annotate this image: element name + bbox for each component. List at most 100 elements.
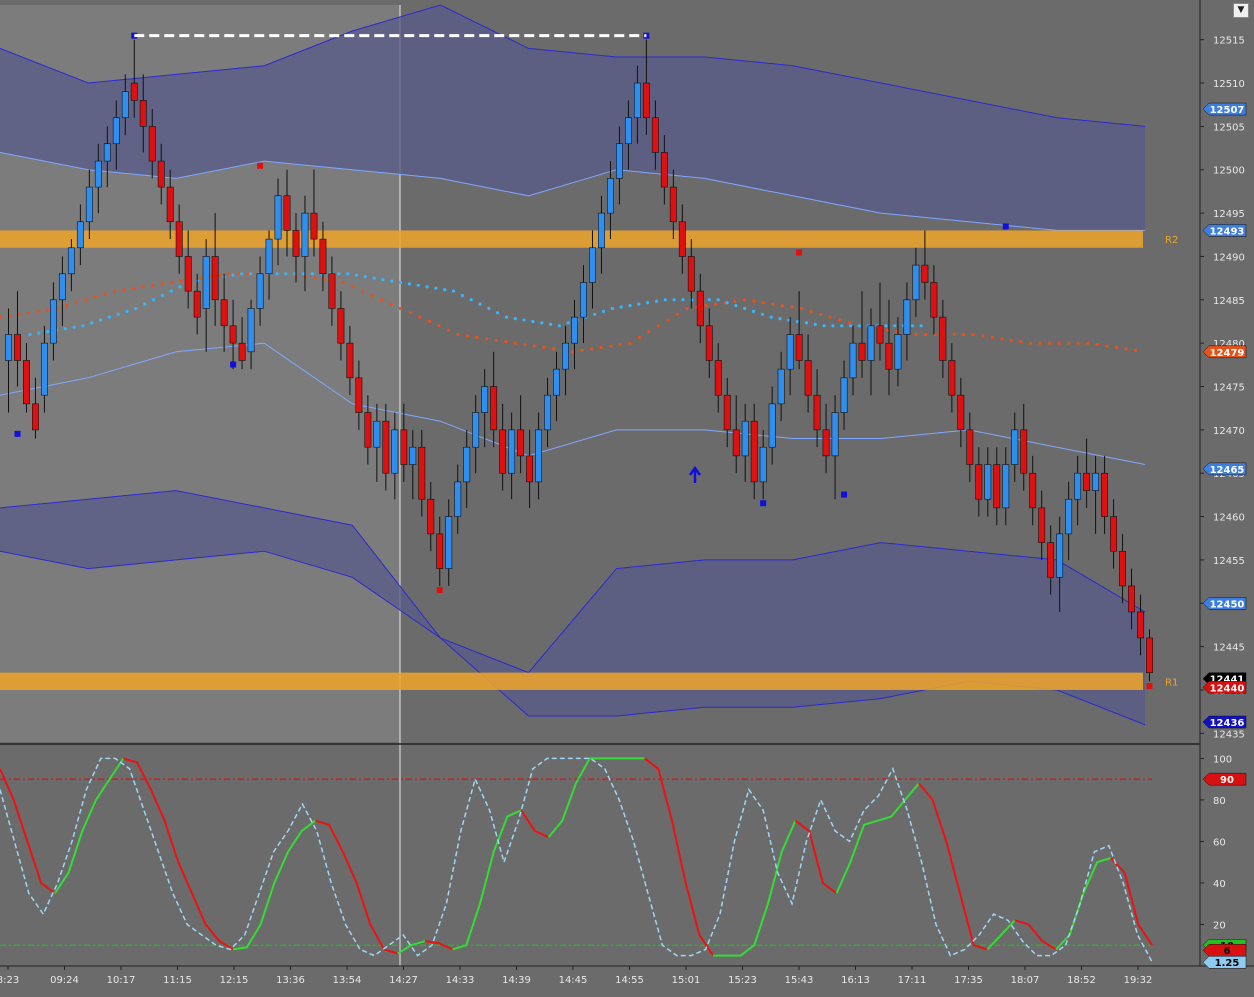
candle-down: [678, 221, 686, 257]
trend-dot-blue: [610, 306, 615, 311]
candle-up: [76, 221, 84, 249]
trend-dot-orange: [1038, 341, 1042, 345]
trend-dot-orange: [27, 311, 31, 315]
trend-dot-orange: [494, 338, 498, 342]
trend-dot-blue: [107, 315, 111, 319]
trend-dot-blue: [778, 317, 782, 321]
trend-dot-orange: [361, 289, 365, 293]
trend-dot-orange: [590, 347, 594, 351]
candle-down: [14, 334, 21, 361]
candle-down: [1110, 516, 1118, 552]
trend-dot-blue: [381, 278, 385, 282]
trend-dot-blue: [628, 304, 632, 308]
trend-dot-orange: [170, 280, 174, 285]
candle-down: [184, 256, 192, 292]
time-tick-label: 15:43: [785, 975, 814, 986]
time-tick-label: 10:17: [107, 975, 136, 986]
candle-down: [975, 464, 983, 500]
level-zone-r2: [0, 230, 1143, 248]
trend-dot-blue: [399, 280, 403, 285]
candle-up: [633, 82, 641, 119]
trend-dot-orange: [580, 348, 584, 352]
trend-dot-blue: [840, 324, 844, 328]
trend-dot-orange: [1057, 341, 1061, 345]
trend-dot-blue: [822, 324, 826, 328]
trend-dot-orange: [809, 309, 813, 313]
oscillator-tick-label: 80: [1213, 796, 1226, 807]
trend-dot-orange: [36, 309, 40, 313]
candle-down: [166, 186, 174, 223]
price-tick-label: 12475: [1213, 383, 1245, 394]
price-tick-label: 12460: [1213, 513, 1245, 524]
candle-up: [598, 212, 605, 249]
candle-down: [436, 533, 444, 569]
trend-dot-blue: [354, 273, 359, 277]
trend-dot-blue: [716, 298, 720, 302]
trend-dot-blue: [443, 288, 447, 292]
trend-dot-blue: [434, 286, 438, 290]
candle-down: [1083, 472, 1091, 491]
swing-marker-low: [436, 586, 443, 593]
trend-dot-blue: [390, 279, 394, 283]
time-tick-label: 17:11: [898, 975, 927, 986]
time-tick-label: 19:32: [1124, 975, 1153, 986]
candle-down: [364, 412, 372, 448]
time-tick-label: 15:23: [728, 975, 757, 986]
candle-down: [750, 420, 758, 483]
candle-up: [508, 429, 516, 474]
candle-up: [112, 117, 120, 145]
trend-dot-blue: [549, 322, 553, 326]
price-tick-label: 12470: [1213, 426, 1245, 437]
trend-dot-blue: [178, 285, 182, 289]
trend-dot-blue: [663, 298, 667, 302]
candle-down: [813, 394, 821, 431]
trend-dot-orange: [637, 335, 641, 339]
time-tick-label: 12:15: [220, 975, 249, 986]
swing-marker-low: [760, 500, 767, 507]
swing-marker-low: [230, 361, 237, 368]
candle-down: [130, 82, 138, 101]
candle-down: [723, 394, 731, 431]
price-badge: 12450: [1210, 599, 1245, 610]
trend-dot-blue: [522, 318, 526, 322]
trend-dot-orange: [656, 324, 661, 328]
candle-down: [660, 152, 668, 188]
level-zone-r1: [0, 672, 1143, 690]
trend-dot-orange: [1067, 341, 1071, 345]
trend-dot-blue: [451, 289, 456, 293]
price-tick-label: 12500: [1213, 166, 1245, 177]
trend-dot-orange: [389, 302, 393, 306]
trend-dot-blue: [540, 321, 544, 325]
candle-up: [580, 282, 587, 318]
trend-dot-blue: [363, 275, 367, 279]
swing-marker-low: [841, 491, 848, 498]
candle-down: [427, 498, 435, 535]
candle-up: [247, 308, 255, 353]
candle-down: [957, 394, 965, 431]
trading-chart: R2 R1 100 80 60 40 20 12515 12510 12505 12500 124…: [0, 0, 1254, 993]
trend-dot-blue: [249, 272, 253, 276]
trend-dot-blue: [99, 318, 103, 322]
candle-down: [229, 325, 237, 344]
trend-dot-blue: [134, 306, 138, 311]
candle-down: [714, 360, 722, 396]
trend-dot-blue: [637, 302, 641, 306]
time-tick-label: 14:27: [389, 975, 418, 986]
oscillator-badge: 90: [1220, 775, 1234, 786]
time-tick-label: 17:35: [954, 975, 983, 986]
candle-up: [373, 420, 381, 448]
trend-dot-blue: [910, 324, 915, 328]
candle-up: [391, 429, 399, 474]
price-tick-label: 12455: [1213, 556, 1245, 567]
trend-dot-orange: [914, 332, 918, 337]
trend-dot-orange: [198, 276, 202, 280]
trend-dot-blue: [469, 298, 473, 302]
candle-up: [274, 195, 282, 240]
candle-down: [157, 160, 165, 188]
trend-dot-blue: [275, 272, 279, 276]
candle-down: [517, 429, 525, 457]
trend-dot-blue: [425, 285, 429, 289]
scroll-toggle-button[interactable]: ▼: [1233, 3, 1249, 18]
candle-down: [1038, 507, 1046, 543]
trend-dot-orange: [475, 335, 479, 339]
